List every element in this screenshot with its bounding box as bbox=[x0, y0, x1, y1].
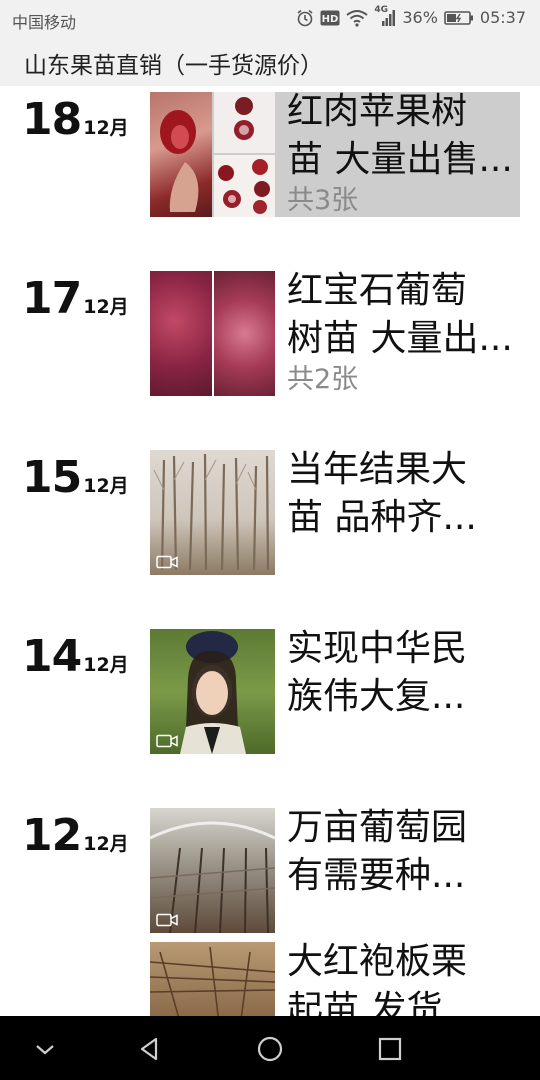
svg-text:HD: HD bbox=[322, 14, 339, 25]
caption-line: 起苗 发货 bbox=[287, 989, 443, 1016]
caption-line: 万亩葡萄园 bbox=[287, 807, 468, 848]
photo-count: 共2张 bbox=[287, 364, 359, 395]
post-month: 12月 bbox=[83, 833, 129, 855]
post-month: 12月 bbox=[83, 296, 129, 318]
status-bar: 中国移动 HD 4G 36% 05:37 bbox=[0, 0, 540, 38]
photo-red-apple-slice bbox=[150, 92, 212, 217]
photo-red-apples-top bbox=[214, 92, 275, 153]
wifi-icon bbox=[346, 9, 368, 27]
post-caption: 当年结果大 苗 品种齐... bbox=[287, 446, 519, 542]
post-item[interactable]: 17 12月 红宝石葡萄 树苗 大量出... 共2张 bbox=[0, 265, 540, 397]
caption-line: 红宝石葡萄 bbox=[287, 270, 468, 311]
caption-line: 族伟大复... bbox=[287, 676, 466, 717]
caption-line: 实现中华民 bbox=[287, 628, 468, 669]
photo-woman-with-grapes bbox=[150, 629, 275, 754]
photo-red-apples-bottom bbox=[214, 155, 275, 217]
post-item[interactable]: 18 12月 红肉苹果树 苗 大量出售... 共3张 bbox=[0, 86, 540, 218]
video-camera-icon bbox=[156, 555, 178, 569]
status-icons: HD 4G 36% 05:37 bbox=[296, 5, 526, 27]
post-caption: 红肉苹果树 苗 大量出售... 共3张 bbox=[287, 88, 519, 218]
navigation-bar bbox=[0, 1016, 540, 1080]
post-date: 17 12月 bbox=[22, 273, 129, 324]
post-caption: 大红袍板栗 起苗 发货 bbox=[287, 938, 519, 1016]
signal-icon: 4G bbox=[374, 5, 396, 27]
post-date: 14 12月 bbox=[22, 631, 129, 682]
post-caption: 红宝石葡萄 树苗 大量出... 共2张 bbox=[287, 267, 519, 397]
post-thumbnail[interactable] bbox=[150, 271, 275, 396]
photo-count: 共3张 bbox=[287, 185, 359, 216]
photo-chestnut-seedlings bbox=[150, 942, 275, 1016]
post-day: 17 bbox=[22, 273, 82, 324]
post-date: 15 12月 bbox=[22, 452, 129, 503]
post-thumbnail[interactable] bbox=[150, 450, 275, 575]
carrier-label: 中国移动 bbox=[12, 13, 77, 32]
caption-line: 当年结果大 bbox=[287, 449, 468, 490]
post-item[interactable]: 12 12月 万亩葡萄园 有需要种... bbox=[0, 802, 540, 933]
post-day: 15 bbox=[22, 452, 82, 503]
title-bar: 山东果苗直销（一手货源价） bbox=[0, 38, 540, 86]
post-thumbnail[interactable] bbox=[150, 629, 275, 754]
caption-line: 苗 品种齐... bbox=[287, 497, 477, 538]
post-item[interactable]: 大红袍板栗 起苗 发货 bbox=[0, 936, 540, 1016]
post-item[interactable]: 15 12月 当年结果大 苗 品种齐... bbox=[0, 444, 540, 575]
post-month: 12月 bbox=[83, 117, 129, 139]
caption-line: 树苗 大量出... bbox=[287, 318, 513, 359]
post-list[interactable]: 18 12月 红肉苹果树 苗 大量出售... 共3张 17 12月 红宝石葡萄 … bbox=[0, 86, 540, 1016]
caption-line: 红肉苹果树 bbox=[287, 91, 468, 132]
battery-icon bbox=[444, 10, 473, 25]
home-circle-icon[interactable] bbox=[255, 1034, 285, 1064]
post-month: 12月 bbox=[83, 654, 129, 676]
post-thumbnail[interactable] bbox=[150, 92, 275, 217]
video-camera-icon bbox=[156, 913, 178, 927]
post-thumbnail[interactable] bbox=[150, 808, 275, 933]
photo-ruby-grapes-cluster bbox=[150, 271, 212, 396]
post-item[interactable]: 14 12月 实现中华民 族伟大复... bbox=[0, 623, 540, 754]
photo-ruby-grapes-closeup bbox=[214, 271, 275, 396]
post-thumbnail[interactable] bbox=[150, 942, 275, 1016]
post-month: 12月 bbox=[83, 475, 129, 497]
clock: 05:37 bbox=[479, 8, 526, 27]
post-date: 18 12月 bbox=[22, 94, 129, 145]
post-day: 18 bbox=[22, 94, 82, 145]
post-day: 14 bbox=[22, 631, 82, 682]
back-triangle-icon[interactable] bbox=[135, 1034, 165, 1064]
caption-line: 大红袍板栗 bbox=[287, 941, 468, 982]
post-date: 12 12月 bbox=[22, 810, 129, 861]
post-caption: 实现中华民 族伟大复... bbox=[287, 625, 519, 721]
post-day: 12 bbox=[22, 810, 82, 861]
post-caption: 万亩葡萄园 有需要种... bbox=[287, 804, 519, 900]
battery-percent: 36% bbox=[402, 8, 438, 27]
collapse-chevron-icon[interactable] bbox=[30, 1034, 60, 1064]
photo-sapling-field bbox=[150, 450, 275, 575]
caption-line: 苗 大量出售... bbox=[287, 139, 513, 180]
video-camera-icon bbox=[156, 734, 178, 748]
photo-vineyard-greenhouse bbox=[150, 808, 275, 933]
alarm-icon bbox=[297, 9, 313, 26]
recents-square-icon[interactable] bbox=[375, 1034, 405, 1064]
album-title: 山东果苗直销（一手货源价） bbox=[24, 53, 323, 79]
hd-icon: HD bbox=[320, 10, 340, 25]
caption-line: 有需要种... bbox=[287, 855, 466, 896]
